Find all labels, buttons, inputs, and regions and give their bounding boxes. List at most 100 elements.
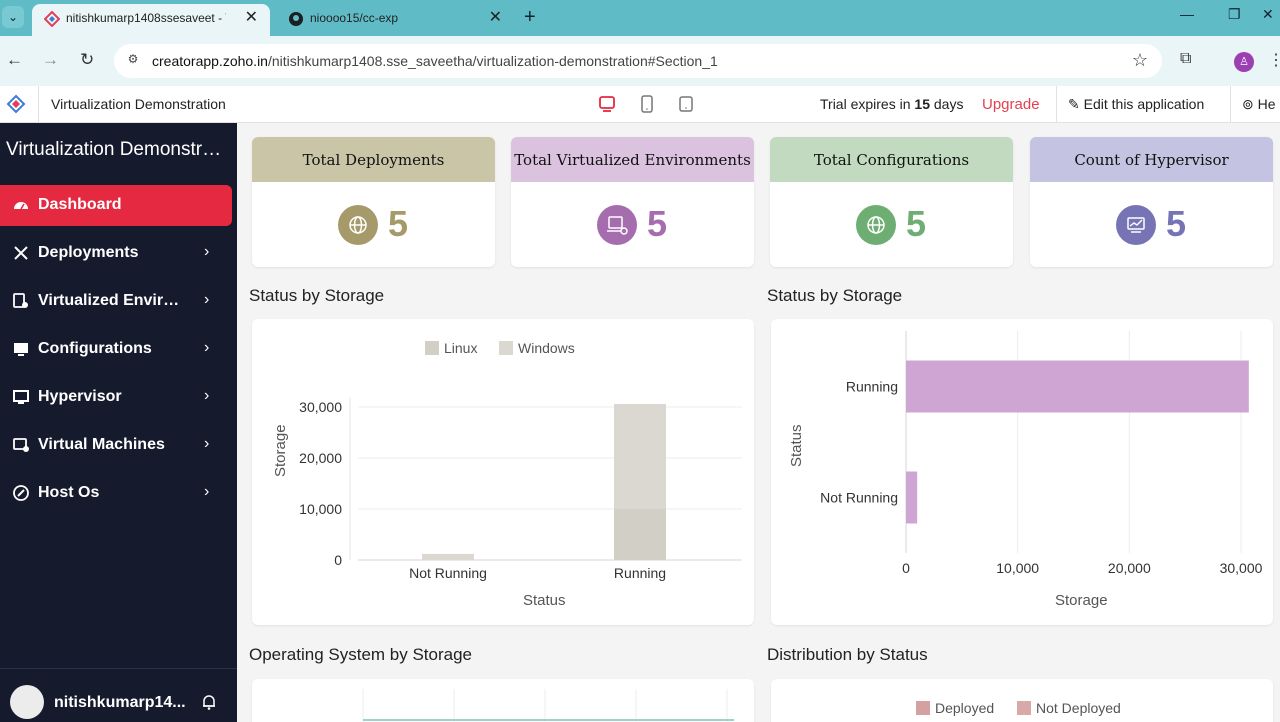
section-title-distribution: Distribution by Status (767, 645, 928, 664)
profile-avatar[interactable]: ♙ (1234, 52, 1254, 72)
divider (1230, 86, 1231, 123)
site-info-icon[interactable]: ⚙ (124, 52, 142, 70)
sidebar-item-dashboard[interactable]: Dashboard (0, 185, 232, 226)
address-bar-row: ← → ↻ ⚙ creatorapp.zoho.in/nitishkumarp1… (0, 36, 1280, 86)
divider (1056, 86, 1057, 123)
device-icon (13, 438, 29, 452)
device-icon (13, 293, 28, 308)
pencil-icon: ✎ (1068, 96, 1080, 112)
chart-monitor-icon (1116, 205, 1156, 245)
back-icon[interactable]: ← (6, 50, 23, 70)
sidebar-footer: nitishkumarp14... (0, 668, 237, 722)
x-tick-label: 20,000 (1108, 560, 1151, 576)
user-name: nitishkumarp14... (54, 694, 186, 711)
help-link[interactable]: ⊚ He (1242, 96, 1276, 113)
sidebar-item-deployments[interactable]: Deployments › (0, 233, 232, 274)
close-tab-icon[interactable]: ✕ (245, 4, 258, 32)
sidebar-item-label: Configurations (38, 340, 152, 357)
sidebar-item-label: Host Os (38, 484, 100, 501)
kpi-card-count-of-hypervisor: Count of Hypervisor 5 (1030, 137, 1273, 267)
x-axis-title: Status (523, 592, 566, 609)
legend-label-deployed[interactable]: Deployed (935, 700, 994, 716)
sidebar-item-label: Dashboard (38, 196, 122, 213)
globe-icon (338, 205, 378, 245)
x-tick-label: Not Running (409, 565, 487, 581)
browser-tab-inactive[interactable]: nioooo15/cc-exp ✕ (276, 4, 514, 36)
close-tab-icon[interactable]: ✕ (489, 4, 502, 32)
app-logo-icon (6, 94, 26, 114)
extensions-icon[interactable]: ⧉ (1180, 50, 1191, 68)
bar-chart-horizontal: 0 10,000 20,000 30,000 Running Not Running (820, 331, 1263, 576)
kpi-value: 5 (388, 203, 409, 244)
bar-chart-vertical: 0 10,000 20,000 30,000 Not Running Running (299, 397, 742, 581)
desktop-view-icon[interactable] (598, 94, 616, 114)
chevron-right-icon: › (204, 387, 210, 404)
sidebar-title: Virtualization Demonstration (6, 139, 226, 160)
url-text: creatorapp.zoho.in/nitishkumarp1408.sse_… (152, 53, 718, 69)
sidebar-item-hypervisor[interactable]: Hypervisor › (0, 377, 232, 418)
edit-application-link[interactable]: ✎ Edit this application (1068, 96, 1204, 113)
avatar[interactable] (10, 685, 44, 719)
upgrade-link[interactable]: Upgrade (982, 96, 1040, 113)
bar-running (906, 360, 1249, 413)
minimize-icon[interactable]: — (1180, 6, 1194, 22)
url-input[interactable]: ⚙ creatorapp.zoho.in/nitishkumarp1408.ss… (114, 44, 1162, 78)
reload-icon[interactable]: ↻ (80, 50, 94, 70)
section-title-status-storage-2: Status by Storage (767, 286, 903, 305)
tools-icon (14, 246, 28, 260)
sidebar-item-host-os[interactable]: Host Os › (0, 473, 232, 514)
forward-icon[interactable]: → (42, 50, 59, 70)
y-axis-title: Status (788, 424, 805, 467)
more-menu-icon[interactable]: ⋮ (1268, 50, 1280, 70)
kpi-title: Count of Hypervisor (1030, 137, 1273, 182)
sidebar-item-label: Virtualized Environments (38, 292, 188, 309)
mobile-view-icon[interactable] (677, 94, 695, 114)
section-title-os-storage: Operating System by Storage (249, 645, 473, 664)
new-tab-icon[interactable]: + (524, 6, 536, 29)
close-window-icon[interactable]: ✕ (1262, 6, 1274, 23)
chevron-right-icon: › (204, 435, 210, 452)
tab-search-button[interactable]: ⌄ (2, 6, 24, 28)
sidebar-item-virtualized-environments[interactable]: Virtualized Environments › (0, 281, 232, 322)
kpi-card-total-deployments: Total Deployments 5 (252, 137, 495, 267)
browser-tab-bar: ⌄ nitishkumarp1408ssesaveet - V ✕ nioooo… (0, 0, 1280, 36)
kpi-card-total-virtualized-environments: Total Virtualized Environments 5 (511, 137, 754, 267)
x-tick-label: 0 (902, 560, 910, 576)
chart-card-status-by-storage: Linux Windows 0 10,000 20,000 30,000 Not Run… (252, 319, 754, 625)
bell-icon[interactable] (200, 693, 218, 711)
bar-windows (422, 553, 474, 560)
chevron-right-icon: › (204, 339, 210, 356)
y-tick-label: Not Running (820, 490, 898, 506)
dashboard-content: Total Deployments 5 Total Virtualized En… (237, 123, 1280, 722)
bookmark-star-icon[interactable]: ☆ (1132, 50, 1148, 71)
kpi-title: Total Virtualized Environments (511, 137, 754, 182)
chevron-right-icon: › (204, 291, 210, 308)
bar-not-running (906, 471, 918, 524)
sidebar-item-label: Hypervisor (38, 388, 122, 405)
x-tick-label: 10,000 (996, 560, 1039, 576)
y-tick-label: 10,000 (299, 501, 342, 517)
zoho-favicon-icon (44, 11, 60, 27)
sidebar-item-virtual-machines[interactable]: Virtual Machines › (0, 425, 232, 466)
github-icon (289, 12, 303, 26)
browser-tab-active[interactable]: nitishkumarp1408ssesaveet - V ✕ (32, 4, 270, 36)
section-title-status-storage: Status by Storage (249, 286, 385, 305)
kpi-title: Total Configurations (770, 137, 1013, 182)
divider (38, 86, 39, 123)
x-tick-label: Running (614, 565, 666, 581)
tablet-view-icon[interactable] (638, 94, 656, 114)
chart-card-status-by-storage-horizontal: 0 10,000 20,000 30,000 Running Not Running St… (771, 319, 1273, 625)
chevron-right-icon: › (204, 243, 210, 260)
restore-icon[interactable]: ❐ (1228, 6, 1241, 23)
chart-card-distribution-by-status: Deployed Not Deployed (771, 679, 1273, 722)
x-tick-label: 30,000 (1220, 560, 1263, 576)
bar-windows (614, 403, 666, 509)
compass-icon (13, 485, 29, 501)
legend-label-not-deployed[interactable]: Not Deployed (1036, 700, 1121, 716)
kpi-title: Total Deployments (252, 137, 495, 182)
kpi-value: 5 (1166, 203, 1187, 244)
sidebar-item-configurations[interactable]: Configurations › (0, 329, 232, 370)
legend-swatch-not-deployed (1017, 701, 1031, 715)
chart-card-os-by-storage (252, 679, 754, 722)
y-axis-title: Storage (272, 424, 289, 477)
